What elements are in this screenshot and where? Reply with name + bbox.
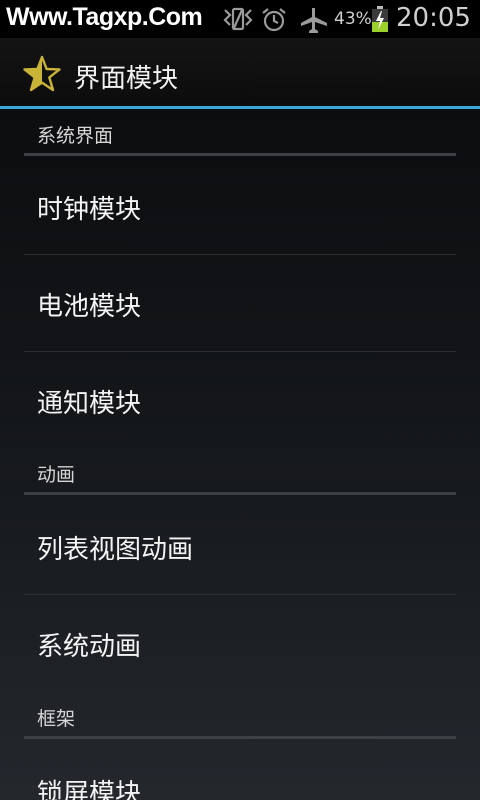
action-bar: 界面模块	[0, 38, 480, 106]
section-header-framework: 框架	[24, 692, 456, 740]
status-bar: Www.Tagxp.Com 43% 20:05	[0, 0, 480, 38]
vibrate-icon	[223, 7, 253, 31]
section-header-label: 框架	[37, 708, 76, 730]
section-header-system-ui: 系统界面	[24, 109, 456, 157]
section-header-animation: 动画	[24, 448, 456, 496]
battery-charging-icon	[372, 6, 388, 32]
watermark-text: Www.Tagxp.Com	[6, 3, 203, 31]
airplane-mode-icon	[301, 8, 327, 33]
section-header-label: 系统界面	[37, 125, 114, 147]
list-item-lockscreen-module[interactable]: 锁屏模块	[24, 743, 456, 800]
status-clock: 20:05	[396, 3, 471, 33]
list-divider	[24, 594, 456, 595]
alarm-clock-icon	[262, 8, 286, 32]
section-header-label: 动画	[37, 464, 76, 486]
list-item-listview-animation[interactable]: 列表视图动画	[24, 499, 456, 595]
list-item-label: 系统动画	[37, 632, 142, 662]
list-divider	[24, 351, 456, 352]
list-item-label: 锁屏模块	[37, 779, 142, 800]
list-item-clock-module[interactable]: 时钟模块	[24, 159, 456, 255]
settings-list[interactable]: 系统界面 时钟模块 电池模块 通知模块 动画 列表视图动画 系统动画 框架 锁屏…	[0, 109, 480, 800]
list-item-label: 电池模块	[37, 292, 142, 322]
list-item-label: 列表视图动画	[37, 535, 194, 565]
section-divider	[24, 492, 456, 495]
list-item-label: 通知模块	[37, 389, 142, 419]
section-divider	[24, 153, 456, 156]
list-item-system-animation[interactable]: 系统动画	[24, 596, 456, 692]
list-divider	[24, 254, 456, 255]
page-title: 界面模块	[74, 64, 179, 94]
list-item-notification-module[interactable]: 通知模块	[24, 353, 456, 449]
section-divider	[24, 736, 456, 739]
star-icon[interactable]	[22, 54, 62, 94]
battery-percentage: 43%	[334, 9, 372, 29]
list-item-battery-module[interactable]: 电池模块	[24, 256, 456, 352]
list-item-label: 时钟模块	[37, 195, 142, 225]
